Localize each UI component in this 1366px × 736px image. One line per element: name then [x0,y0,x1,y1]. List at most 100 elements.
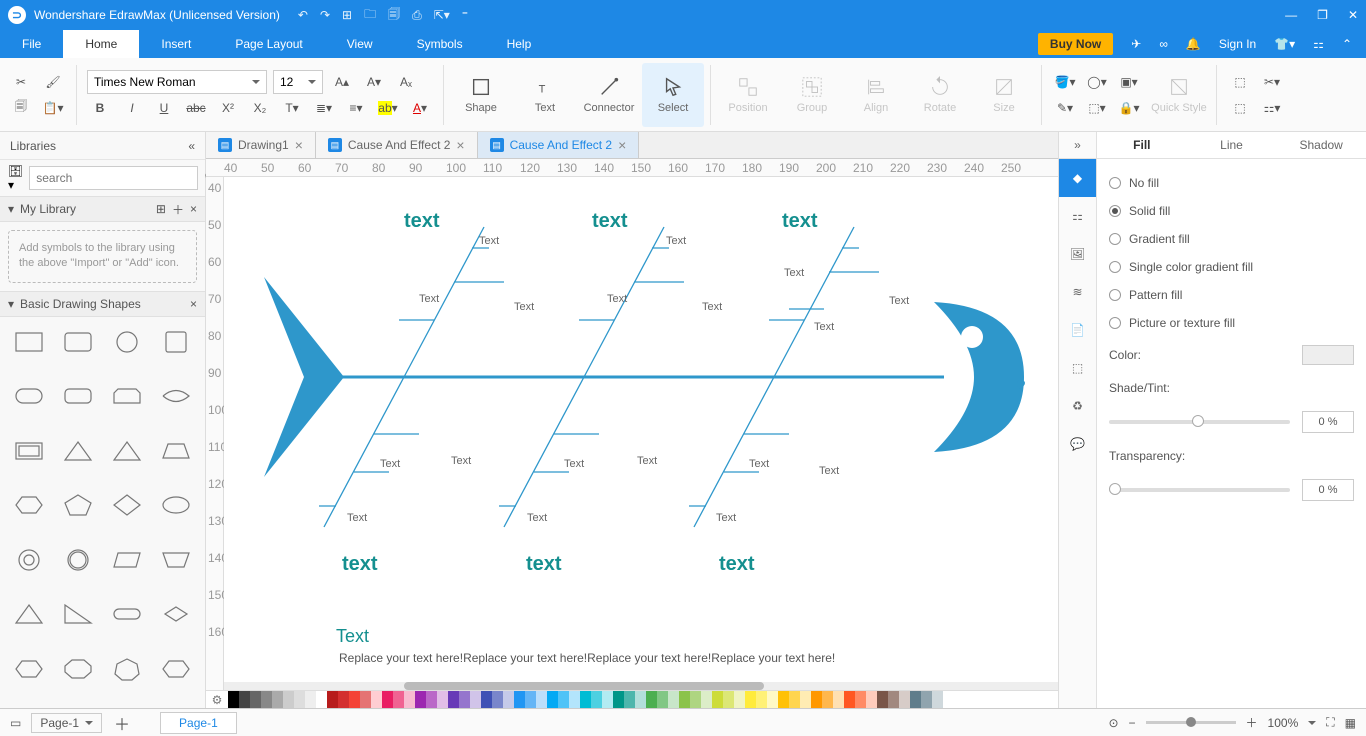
arrow-icon[interactable]: 🔒▾ [1116,96,1142,120]
buy-now-button[interactable]: Buy Now [1038,33,1113,55]
same-size-icon[interactable]: ⬚ [1227,96,1253,120]
shape-rounded[interactable] [57,325,100,359]
color-swatch[interactable] [745,691,756,708]
diagram-desc[interactable]: Replace your text here!Replace your text… [339,651,835,665]
font-color-icon[interactable]: A▾ [407,96,433,120]
shape-square-round[interactable] [154,325,197,359]
color-swatch[interactable] [536,691,547,708]
shape-pill[interactable] [8,379,51,413]
shape-rect[interactable] [8,325,51,359]
color-swatch[interactable] [921,691,932,708]
send-icon[interactable]: ✈ [1131,37,1141,51]
color-swatch[interactable] [470,691,481,708]
fullscreen-icon[interactable]: ▦ [1345,716,1356,730]
clear-format-icon[interactable]: Aₓ [393,70,419,94]
format-painter-icon[interactable]: 🖌 [40,70,66,94]
close-tab-icon[interactable]: × [618,137,626,153]
color-swatch[interactable] [789,691,800,708]
color-swatch[interactable] [701,691,712,708]
fill-panel-icon[interactable]: ◆ [1059,159,1096,197]
collapse-left-icon[interactable]: « [188,139,195,153]
color-swatch[interactable] [503,691,514,708]
close-basic-icon[interactable]: × [190,297,197,311]
shape-circle[interactable] [106,325,149,359]
menu-view[interactable]: View [325,30,395,58]
close-tab-icon[interactable]: × [456,137,464,153]
layers-panel-icon[interactable]: ≋ [1059,273,1096,311]
color-swatch[interactable] [613,691,624,708]
fill-pattern-radio[interactable]: Pattern fill [1109,281,1354,309]
note[interactable]: Text [749,458,769,470]
color-swatch[interactable] [899,691,910,708]
note[interactable]: Text [819,465,839,477]
color-swatch[interactable] [932,691,943,708]
color-swatch[interactable] [668,691,679,708]
font-size-select[interactable]: 12 [273,70,323,94]
color-swatch[interactable] [481,691,492,708]
color-swatch[interactable] [690,691,701,708]
arrange-panel-icon[interactable]: ♻ [1059,387,1096,425]
connector-button[interactable]: Connector [578,63,640,127]
transparency-value[interactable]: 0 % [1302,479,1354,501]
color-swatch[interactable] [371,691,382,708]
color-swatch[interactable] [228,691,239,708]
color-swatch[interactable] [272,691,283,708]
zoom-out-icon[interactable]: − [1129,716,1136,730]
apps-icon[interactable]: ⚏ [1313,37,1324,51]
same-width-icon[interactable]: ⬚ [1227,70,1253,94]
shape-para[interactable] [106,543,149,577]
distribute-icon[interactable]: ⚏▾ [1259,96,1285,120]
collapse-ribbon-icon[interactable]: ⌃ [1342,37,1352,51]
color-swatch[interactable] [635,691,646,708]
sign-in-link[interactable]: Sign In [1219,37,1256,51]
shape-tri-up[interactable] [8,597,51,631]
color-swatch[interactable] [525,691,536,708]
import-icon[interactable]: ⊞ [156,202,166,216]
color-swatch[interactable] [767,691,778,708]
menu-file[interactable]: File [0,30,63,58]
horizontal-scrollbar[interactable] [224,682,1058,690]
shape-button[interactable]: Shape [450,63,512,127]
fill-gradient-radio[interactable]: Gradient fill [1109,225,1354,253]
cause-label[interactable]: text [342,553,378,576]
color-swatch[interactable] [448,691,459,708]
library-dropdown-icon[interactable]: 🗄▾ [8,164,23,192]
copy-icon[interactable]: 🗐 [8,96,34,120]
zoom-in-icon[interactable]: ＋ [1246,714,1258,731]
diagram-title[interactable]: Text [336,626,369,647]
color-swatch[interactable] [679,691,690,708]
color-swatch[interactable] [459,691,470,708]
color-swatch[interactable] [239,691,250,708]
color-swatch[interactable] [800,691,811,708]
color-swatch[interactable] [866,691,877,708]
color-swatch[interactable] [261,691,272,708]
grid-panel-icon[interactable]: ⚏ [1059,197,1096,235]
menu-insert[interactable]: Insert [139,30,213,58]
search-input[interactable] [29,166,198,190]
color-swatch[interactable] [855,691,866,708]
select-button[interactable]: Select [642,63,704,127]
shadow-icon[interactable]: ▣▾ [1116,70,1142,94]
color-swatch[interactable] [305,691,316,708]
color-swatch[interactable] [591,691,602,708]
color-swatch[interactable] [646,691,657,708]
zoom-slider[interactable] [1146,721,1236,724]
my-library-header[interactable]: ▾My Library ⊞ ＋ × [0,196,205,222]
color-swatch[interactable] [888,691,899,708]
color-swatch[interactable] [624,691,635,708]
drawing-canvas[interactable]: text text text text text text Text Text … [224,177,1058,690]
doc-tab-1[interactable]: ▤Drawing1× [206,132,316,158]
shade-slider[interactable] [1109,420,1290,424]
color-swatch[interactable] [778,691,789,708]
fill-texture-radio[interactable]: Picture or texture fill [1109,309,1354,337]
line-spacing-icon[interactable]: ≣▾ [311,96,337,120]
cut-icon[interactable]: ✂ [8,70,34,94]
expand-right-icon[interactable]: » [1059,132,1096,159]
close-section-icon[interactable]: × [190,202,197,216]
shade-value[interactable]: 0 % [1302,411,1354,433]
page-tab[interactable]: Page-1 [160,712,237,734]
bold-icon[interactable]: B [87,96,113,120]
transparency-slider[interactable] [1109,488,1290,492]
line-style-icon[interactable]: ◯▾ [1084,70,1110,94]
color-swatch[interactable] [910,691,921,708]
